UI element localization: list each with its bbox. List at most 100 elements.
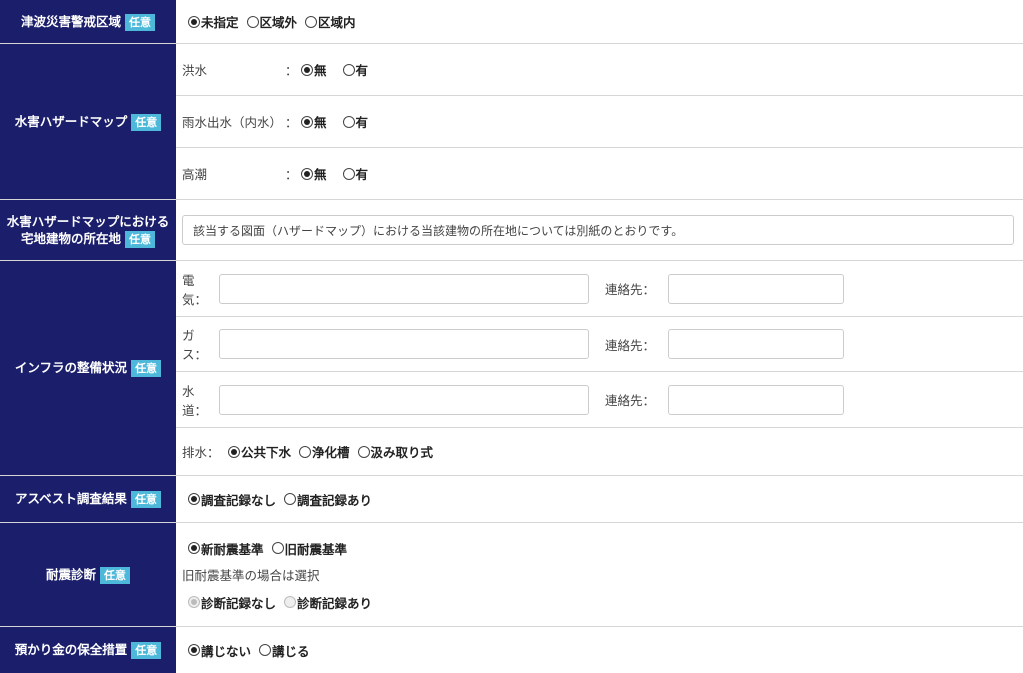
radio-seismic-new-standard[interactable]: 新耐震基準 [188,539,264,558]
colon: ： [285,115,298,130]
radio-label: 新耐震基準 [201,541,264,557]
radio-label: 調査記録あり [297,492,373,508]
radio-dot-icon [259,644,272,656]
flood-storm-surge-row: 高潮 ： 無 有 [176,148,1023,199]
water-contact-input[interactable] [668,384,844,415]
radio-label: 浄化槽 [312,445,350,460]
flood-river-row: 洪水 ： 無 有 [176,44,1023,96]
radio-label: 無 [314,63,327,78]
water-input[interactable] [219,384,589,415]
radio-deposit-taken[interactable]: 講じる [259,641,310,660]
radio-dot-icon [301,167,313,180]
radio-dot-icon [188,596,200,608]
radio-dot-icon [188,493,200,505]
seismic-note-row: 旧耐震基準の場合は選択 [176,563,1023,585]
contact-label: 連絡先： [605,337,656,353]
radio-label: 診断記録あり [297,595,373,611]
optional-badge: 任意 [131,360,162,377]
radio-dot-icon [271,542,284,554]
infra-label: インフラの整備状況 [14,360,128,375]
radio-dot-icon [284,493,297,505]
radio-label: 旧耐震基準 [284,541,348,557]
radio-label: 有 [355,115,369,130]
radio-tsunami-outside[interactable]: 区域外 [246,12,298,31]
row-infrastructure: インフラの整備状況任意 電気： 連絡先： ガス： 連絡先： 水道： 連絡先： [0,261,1024,476]
row-content [176,200,1024,260]
radio-dot-icon [188,542,200,554]
electricity-contact-input[interactable] [668,273,844,304]
radio-flood-inland-none[interactable]: 無 [301,112,327,131]
row-content: 講じない 講じる [176,627,1024,673]
radio-storm-surge-yes[interactable]: 有 [342,164,368,183]
radio-diagnosis-has-record[interactable]: 診断記録あり [284,593,372,612]
radio-dot-icon [301,115,313,128]
radio-dot-icon [301,63,313,76]
radio-label: 公共下水 [241,445,292,460]
gas-contact-input[interactable] [668,329,844,359]
row-label: アスベスト調査結果 任意 [0,476,176,522]
water-label: 水道： [182,383,208,418]
row-label: インフラの整備状況 任意 [0,261,176,475]
radio-flood-river-none[interactable]: 無 [301,60,327,79]
gas-label: ガス： [182,328,208,362]
row-content: 新耐震基準 旧耐震基準 旧耐震基準の場合は選択 診断記録なし 診断記録あり [176,523,1024,626]
optional-badge: 任意 [131,113,162,131]
colon: ： [285,63,298,78]
row-flood-map-location: 水害ハザードマップにおける 宅地建物の所在地 任意 [0,200,1024,261]
drain-label: 排水： [182,445,220,460]
radio-label: 無 [314,167,327,182]
infra-electricity-row: 電気： 連絡先： [176,261,1023,317]
radio-dot-icon [188,644,200,656]
flood-inland-label: 雨水出水（内水） [182,115,283,130]
row-seismic-diagnosis: 耐震診断 任意 新耐震基準 旧耐震基準 旧耐震基準の場合は選択 診断記録なし 診断… [0,523,1024,627]
gas-input[interactable] [219,329,589,359]
row-label: 耐震診断 任意 [0,523,176,626]
radio-dot-icon [284,596,297,608]
radio-dot-icon [342,63,355,76]
row-label: 水害ハザードマップにおける 宅地建物の所在地 任意 [0,200,176,260]
tsunami-label: 津波災害警戒区域 [20,13,121,29]
flood-map-label: 水害ハザードマップ [14,113,128,129]
radio-dot-icon [305,15,318,28]
deposit-options: 講じない 講じる [176,627,1023,673]
radio-label: 無 [314,115,327,130]
radio-drain-public-sewer[interactable]: 公共下水 [228,442,291,461]
radio-tsunami-unspecified[interactable]: 未指定 [188,12,239,31]
row-content: 調査記録なし 調査記録あり [176,476,1024,522]
radio-label: 汲み取り式 [370,445,434,460]
optional-badge: 任意 [130,491,161,508]
radio-asbestos-no-record[interactable]: 調査記録なし [188,490,276,509]
radio-tsunami-inside[interactable]: 区域内 [305,12,356,31]
optional-badge: 任意 [125,230,155,248]
row-content: 洪水 ： 無 有 雨水出水（内水） ： 無 有 高潮 ： 無 有 [176,44,1024,199]
row-label: 預かり金の保全措置 任意 [0,627,176,673]
radio-label: 診断記録なし [201,595,277,611]
radio-seismic-old-standard[interactable]: 旧耐震基準 [271,539,348,558]
row-asbestos: アスベスト調査結果 任意 調査記録なし 調査記録あり [0,476,1024,523]
radio-asbestos-has-record[interactable]: 調査記録あり [284,490,372,509]
radio-diagnosis-no-record[interactable]: 診断記録なし [188,593,276,612]
electricity-label: 電気： [182,272,208,307]
optional-badge: 任意 [125,13,155,31]
flood-location-label-line1: 水害ハザードマップにおける [6,213,170,229]
radio-flood-river-yes[interactable]: 有 [342,60,369,79]
radio-drain-pumping[interactable]: 汲み取り式 [357,442,434,461]
flood-location-input[interactable] [182,215,1014,245]
property-form: 津波災害警戒区域 任意 未指定 区域外 区域内 水害ハザードマップ 任意 洪水 ： … [0,0,1024,673]
infra-gas-row: ガス： 連絡先： [176,317,1023,372]
radio-drain-septic[interactable]: 浄化槽 [299,442,350,461]
radio-dot-icon [188,15,200,28]
row-flood-hazard-map: 水害ハザードマップ 任意 洪水 ： 無 有 雨水出水（内水） ： 無 有 高潮 ：… [0,44,1024,200]
radio-storm-surge-none[interactable]: 無 [301,164,327,183]
infra-water-row: 水道： 連絡先： [176,372,1023,428]
radio-label: 有 [355,63,369,78]
radio-deposit-not-taken[interactable]: 講じない [188,641,251,660]
colon: ： [285,167,298,182]
radio-label: 区域外 [259,15,298,30]
electricity-input[interactable] [219,273,589,304]
row-tsunami-zone: 津波災害警戒区域 任意 未指定 区域外 区域内 [0,0,1024,44]
row-label: 津波災害警戒区域 任意 [0,0,176,43]
flood-storm-surge-label: 高潮 [182,167,208,182]
radio-flood-inland-yes[interactable]: 有 [342,112,369,131]
radio-label: 講じない [201,643,252,659]
